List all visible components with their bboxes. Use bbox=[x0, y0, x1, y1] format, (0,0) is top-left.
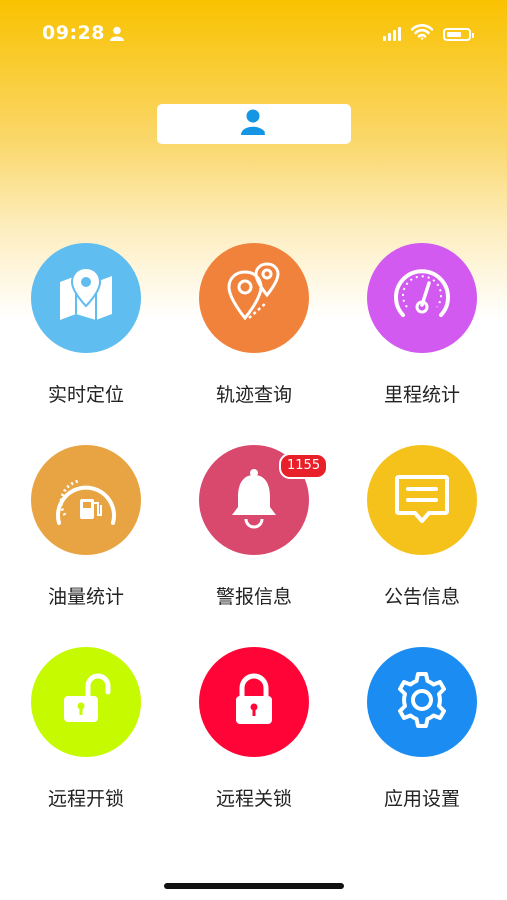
grid-item-mileage-stats[interactable]: 里程统计 bbox=[342, 243, 502, 423]
bell-icon bbox=[224, 465, 284, 535]
fuel-gauge-icon bbox=[51, 465, 121, 535]
lock-icon bbox=[224, 668, 284, 736]
route-icon bbox=[221, 260, 287, 336]
announcement-button[interactable] bbox=[367, 445, 477, 555]
gear-icon bbox=[391, 669, 453, 735]
fuel-stats-button[interactable] bbox=[31, 445, 141, 555]
remote-lock-label: 远程关锁 bbox=[215, 788, 292, 810]
grid-item-remote-unlock[interactable]: 远程开锁 bbox=[6, 647, 166, 827]
app-settings-label: 应用设置 bbox=[383, 788, 460, 810]
remote-unlock-label: 远程开锁 bbox=[47, 788, 124, 810]
grid-item-track-query[interactable]: 轨迹查询 bbox=[174, 243, 334, 423]
speedometer-icon bbox=[389, 263, 455, 333]
grid-item-alarm-info[interactable]: 1155 警报信息 bbox=[174, 445, 334, 625]
track-query-label: 轨迹查询 bbox=[215, 384, 292, 406]
mileage-stats-button[interactable] bbox=[367, 243, 477, 353]
grid-item-app-settings[interactable]: 应用设置 bbox=[342, 647, 502, 827]
realtime-location-button[interactable] bbox=[31, 243, 141, 353]
remote-unlock-button[interactable] bbox=[31, 647, 141, 757]
grid-item-remote-lock[interactable]: 远程关锁 bbox=[174, 647, 334, 827]
mileage-stats-label: 里程统计 bbox=[383, 384, 460, 406]
map-pin-icon bbox=[54, 264, 118, 332]
grid-item-realtime-location[interactable]: 实时定位 bbox=[6, 243, 166, 423]
realtime-location-label: 实时定位 bbox=[47, 384, 124, 406]
track-query-button[interactable] bbox=[199, 243, 309, 353]
message-icon bbox=[391, 467, 453, 533]
remote-lock-button[interactable] bbox=[199, 647, 309, 757]
unlock-icon bbox=[54, 668, 118, 736]
fuel-stats-label: 油量统计 bbox=[47, 586, 124, 608]
function-grid: 实时定位 轨迹查询 里程统计 油量统计 1155 警报信息 公告信息 远程开锁 … bbox=[0, 0, 507, 900]
app-settings-button[interactable] bbox=[367, 647, 477, 757]
home-indicator[interactable] bbox=[164, 883, 344, 889]
alarm-info-label: 警报信息 bbox=[215, 586, 292, 608]
announcement-label: 公告信息 bbox=[383, 586, 460, 608]
alarm-count-badge: 1155 bbox=[279, 453, 329, 479]
grid-item-announcement[interactable]: 公告信息 bbox=[342, 445, 502, 625]
grid-item-fuel-stats[interactable]: 油量统计 bbox=[6, 445, 166, 625]
